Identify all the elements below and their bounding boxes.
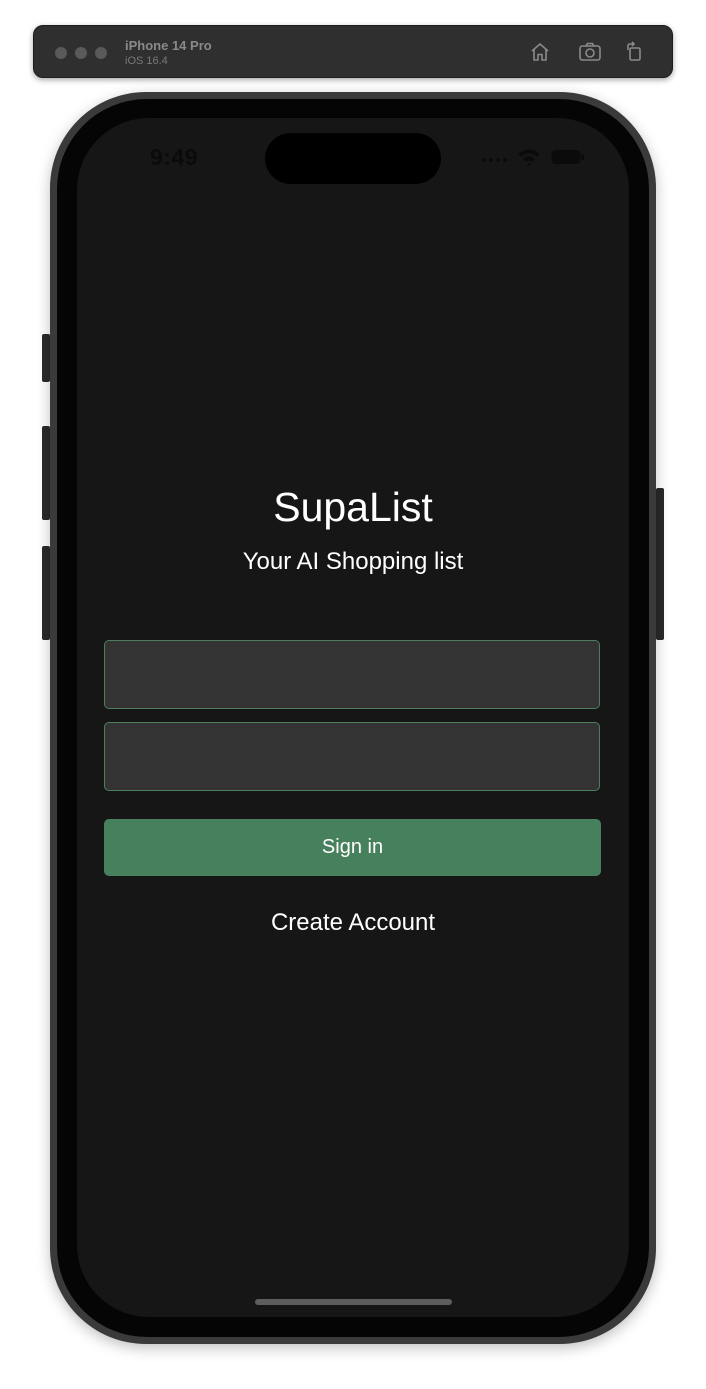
simulator-window: iPhone 14 Pro iOS 16.4 9:49 SupaList You… (0, 0, 706, 1389)
simulator-toolbar: iPhone 14 Pro iOS 16.4 (33, 25, 673, 78)
dynamic-island (265, 133, 441, 184)
email-field[interactable] (104, 640, 600, 709)
device-os-version: iOS 16.4 (125, 55, 168, 67)
app-title: SupaList (273, 484, 433, 530)
phone-screen: 9:49 SupaList Your AI Shopping list Sign… (77, 118, 629, 1317)
device-name: iPhone 14 Pro (125, 38, 212, 53)
silent-switch (42, 334, 50, 382)
status-time: 9:49 (150, 144, 199, 170)
home-indicator[interactable] (255, 1299, 452, 1305)
home-icon[interactable] (528, 40, 552, 64)
power-button (656, 488, 664, 640)
cellular-dots-icon (482, 157, 507, 162)
password-field[interactable] (104, 722, 600, 791)
rotate-icon[interactable] (623, 40, 647, 64)
status-icons (482, 148, 585, 171)
create-account-link[interactable]: Create Account (77, 909, 629, 937)
zoom-window-button[interactable] (95, 47, 107, 59)
minimize-window-button[interactable] (75, 47, 87, 59)
volume-down-button (42, 546, 50, 640)
sign-in-button[interactable]: Sign in (104, 819, 601, 876)
screenshot-icon[interactable] (578, 40, 602, 64)
wifi-icon (517, 148, 541, 171)
close-window-button[interactable] (55, 47, 67, 59)
volume-up-button (42, 426, 50, 520)
app-subtitle: Your AI Shopping list (242, 548, 464, 575)
battery-icon (551, 149, 585, 170)
